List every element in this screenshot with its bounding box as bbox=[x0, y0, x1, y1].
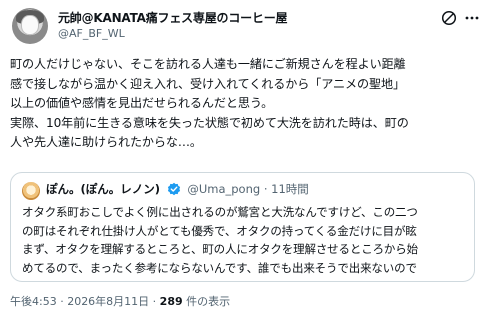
separator-dot: · bbox=[263, 182, 268, 196]
more-horizontal-icon[interactable] bbox=[464, 10, 480, 26]
author-display-name[interactable]: 元帥@KANATA痛フェス専屋のコーヒー屋 bbox=[58, 9, 288, 26]
quoted-text-line: オタク系町おこしでよく例に出されるのが鷲宮と大洗なんですけど、この二つ bbox=[22, 205, 418, 219]
tweet-timestamp[interactable]: 午後4:53 · 2026年8月11日 · bbox=[10, 295, 160, 308]
quoted-tweet[interactable]: ぽん。(ぽん。レノン) @Uma_pong · 11時間 オタク系町おこしでよく… bbox=[10, 172, 475, 282]
author-avatar[interactable] bbox=[12, 8, 48, 44]
edit-slash-icon[interactable] bbox=[441, 10, 457, 26]
quoted-author-handle[interactable]: @Uma_pong bbox=[187, 182, 260, 196]
avatar-face bbox=[21, 15, 39, 35]
quoted-author-name[interactable]: ぽん。(ぽん。レノン) bbox=[46, 182, 160, 196]
tweet-text: 町の人だけじゃない、そこを訪れる人達も一緒にご新規さんを程よい距離 感で接しなが… bbox=[10, 55, 480, 153]
quoted-tweet-text: オタク系町おこしでよく例に出されるのが鷲宮と大洗なんですけど、この二つ の町はそ… bbox=[22, 203, 472, 277]
views-count: 289 bbox=[159, 295, 183, 308]
quoted-tweet-time[interactable]: 11時間 bbox=[271, 182, 309, 196]
quoted-text-line: の町はそれぞれ仕掛け人がとても優秀で、オタクの持ってくる金だけに目が眩 bbox=[22, 223, 417, 238]
quoted-text-line: めてるので、まったく参考にならないんです、誰でも出来そうで出来ないので bbox=[22, 260, 417, 275]
tweet-text-line: 感で接しながら温かく迎え入れ、受け入れてくれるから「アニメの聖地」 bbox=[10, 76, 405, 91]
quoted-text-line: まず、オタクを理解するところと、町の人にオタクを理解させるところから始 bbox=[22, 242, 418, 256]
tweet-meta: 午後4:53 · 2026年8月11日 · 289 件の表示 bbox=[10, 293, 230, 309]
views-label: 件の表示 bbox=[182, 295, 231, 308]
tweet-text-line: 以上の価値や感情を見出だせられるんだと思う。 bbox=[10, 96, 274, 110]
quoted-author-avatar[interactable] bbox=[22, 182, 40, 200]
quoted-tweet-header: ぽん。(ぽん。レノン) @Uma_pong · 11時間 bbox=[46, 181, 309, 197]
tweet-text-line: 町の人だけじゃない、そこを訪れる人達も一緒にご新規さんを程よい距離 bbox=[10, 57, 406, 71]
tweet-text-line: 実際、10年前に生きる意味を失った状態で初めて大洗を訪れた時は、町の bbox=[10, 115, 409, 130]
author-handle[interactable]: @AF_BF_WL bbox=[58, 27, 125, 40]
tweet-text-line: 人や先人達に助けられたからな…。 bbox=[10, 135, 202, 149]
tweet: 元帥@KANATA痛フェス専屋のコーヒー屋 @AF_BF_WL 町の人だけじゃな… bbox=[0, 0, 482, 318]
verified-badge-icon bbox=[167, 182, 181, 196]
